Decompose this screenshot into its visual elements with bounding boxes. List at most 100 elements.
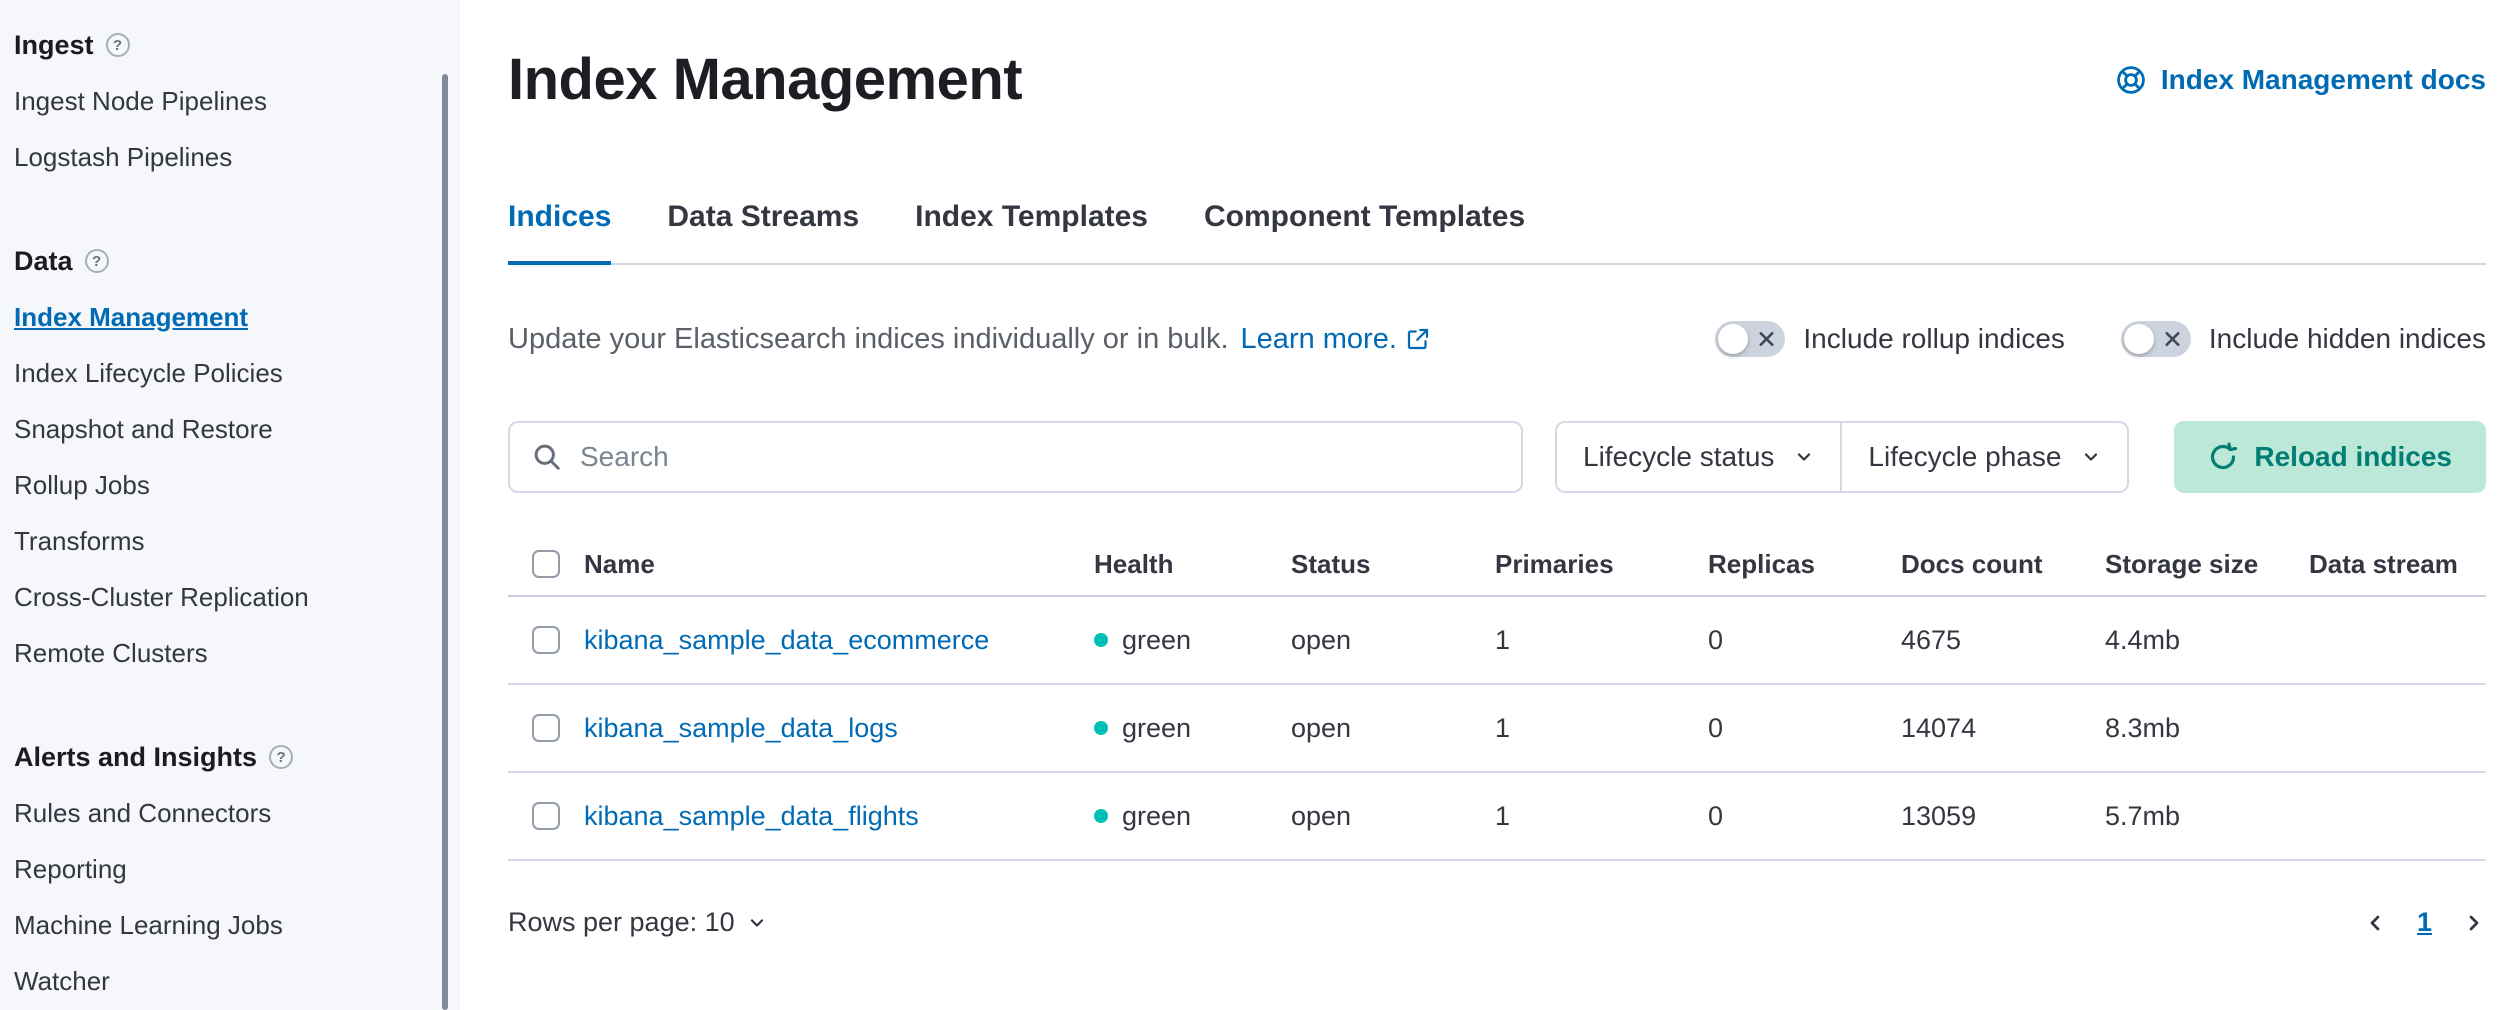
nav-section-data: Data ? Index Management Index Lifecycle … bbox=[14, 233, 460, 681]
select-all-checkbox-cell bbox=[524, 550, 584, 578]
toggle-label: Include rollup indices bbox=[1803, 323, 2065, 355]
replicas-cell: 0 bbox=[1708, 625, 1901, 656]
chevron-down-icon bbox=[747, 913, 767, 933]
sidebar-item-remote-clusters[interactable]: Remote Clusters bbox=[14, 625, 460, 681]
docs-link-label: Index Management docs bbox=[2161, 64, 2486, 96]
tab-indices[interactable]: Indices bbox=[508, 199, 611, 265]
storage-size-cell: 8.3mb bbox=[2105, 713, 2309, 744]
chevron-left-icon[interactable] bbox=[2363, 911, 2387, 935]
switch-thumb bbox=[1718, 324, 1748, 354]
search-input[interactable] bbox=[578, 440, 1499, 474]
switch-thumb bbox=[2124, 324, 2154, 354]
health-label: green bbox=[1122, 801, 1191, 832]
page-title: Index Management bbox=[508, 45, 1022, 115]
lifecycle-status-filter[interactable]: Lifecycle status bbox=[1555, 421, 1842, 493]
external-link-icon bbox=[1406, 327, 1430, 351]
column-header-name: Name bbox=[584, 549, 1094, 580]
health-green-dot-icon bbox=[1094, 721, 1108, 735]
column-header-docs-count: Docs count bbox=[1901, 549, 2105, 580]
health-cell: green bbox=[1094, 625, 1291, 656]
indices-table: Name Health Status Primaries Replicas Do… bbox=[508, 533, 2486, 861]
row-checkbox-cell bbox=[524, 802, 584, 830]
page-number-1[interactable]: 1 bbox=[2417, 907, 2432, 938]
intro-text-body: Update your Elasticsearch indices indivi… bbox=[508, 323, 1229, 356]
table-row: kibana_sample_data_flights green open 1 … bbox=[508, 773, 2486, 861]
sidebar-item-index-lifecycle-policies[interactable]: Index Lifecycle Policies bbox=[14, 345, 460, 401]
health-cell: green bbox=[1094, 713, 1291, 744]
rows-per-page-label: Rows per page: 10 bbox=[508, 907, 735, 938]
docs-count-cell: 14074 bbox=[1901, 713, 2105, 744]
column-header-replicas: Replicas bbox=[1708, 549, 1901, 580]
row-checkbox[interactable] bbox=[532, 626, 560, 654]
primaries-cell: 1 bbox=[1495, 713, 1708, 744]
toggle-group: Include rollup indices Include hidden in… bbox=[1715, 321, 2486, 357]
sidebar-item-snapshot-and-restore[interactable]: Snapshot and Restore bbox=[14, 401, 460, 457]
table-header-row: Name Health Status Primaries Replicas Do… bbox=[508, 533, 2486, 597]
sidebar-item-cross-cluster-replication[interactable]: Cross-Cluster Replication bbox=[14, 569, 460, 625]
index-name-link[interactable]: kibana_sample_data_logs bbox=[584, 713, 1094, 744]
refresh-icon bbox=[2208, 442, 2238, 472]
nav-section-title-text: Alerts and Insights bbox=[14, 742, 257, 773]
select-all-checkbox[interactable] bbox=[532, 550, 560, 578]
docs-link[interactable]: Index Management docs bbox=[2115, 64, 2486, 96]
learn-more-link[interactable]: Learn more. bbox=[1241, 323, 1430, 356]
replicas-cell: 0 bbox=[1708, 713, 1901, 744]
health-cell: green bbox=[1094, 801, 1291, 832]
main-content: Index Management Index Management docs I… bbox=[460, 0, 2504, 1010]
sidebar-item-reporting[interactable]: Reporting bbox=[14, 841, 460, 897]
sidebar-item-rules-and-connectors[interactable]: Rules and Connectors bbox=[14, 785, 460, 841]
nav-section-alerts-insights: Alerts and Insights ? Rules and Connecto… bbox=[14, 729, 460, 1009]
index-name-link[interactable]: kibana_sample_data_ecommerce bbox=[584, 625, 1094, 656]
toggle-include-hidden-indices[interactable]: Include hidden indices bbox=[2121, 321, 2486, 357]
docs-icon bbox=[2115, 64, 2147, 96]
primaries-cell: 1 bbox=[1495, 801, 1708, 832]
search-box bbox=[508, 421, 1523, 493]
table-row: kibana_sample_data_ecommerce green open … bbox=[508, 597, 2486, 685]
x-icon bbox=[2165, 332, 2180, 347]
tab-data-streams[interactable]: Data Streams bbox=[667, 199, 859, 263]
nav-section-title-text: Data bbox=[14, 246, 73, 277]
lifecycle-phase-filter[interactable]: Lifecycle phase bbox=[1842, 421, 2129, 493]
row-checkbox-cell bbox=[524, 626, 584, 654]
sidebar-item-rollup-jobs[interactable]: Rollup Jobs bbox=[14, 457, 460, 513]
tab-component-templates[interactable]: Component Templates bbox=[1204, 199, 1525, 263]
sidebar-item-index-management[interactable]: Index Management bbox=[14, 289, 460, 345]
sidebar-item-logstash-pipelines[interactable]: Logstash Pipelines bbox=[14, 129, 460, 185]
chevron-down-icon bbox=[1794, 447, 1814, 467]
status-cell: open bbox=[1291, 801, 1495, 832]
reload-indices-label: Reload indices bbox=[2254, 441, 2452, 473]
filter-group: Lifecycle status Lifecycle phase bbox=[1555, 421, 2129, 493]
sidebar-scrollbar[interactable] bbox=[442, 74, 448, 1010]
intro-text: Update your Elasticsearch indices indivi… bbox=[508, 323, 1430, 356]
column-header-storage-size: Storage size bbox=[2105, 549, 2309, 580]
nav-section-title-ingest: Ingest ? bbox=[14, 17, 460, 73]
toggle-include-rollup-indices[interactable]: Include rollup indices bbox=[1715, 321, 2065, 357]
health-label: green bbox=[1122, 713, 1191, 744]
sidebar-item-transforms[interactable]: Transforms bbox=[14, 513, 460, 569]
tab-index-templates[interactable]: Index Templates bbox=[915, 199, 1148, 263]
sidebar-item-watcher[interactable]: Watcher bbox=[14, 953, 460, 1009]
row-checkbox[interactable] bbox=[532, 714, 560, 742]
lifecycle-phase-label: Lifecycle phase bbox=[1868, 441, 2061, 473]
pagination: 1 bbox=[2363, 907, 2486, 938]
column-header-primaries: Primaries bbox=[1495, 549, 1708, 580]
sidebar-item-machine-learning-jobs[interactable]: Machine Learning Jobs bbox=[14, 897, 460, 953]
help-icon: ? bbox=[85, 249, 109, 273]
nav-section-title-text: Ingest bbox=[14, 30, 94, 61]
switch-off-icon bbox=[2121, 321, 2191, 357]
side-nav: Ingest ? Ingest Node Pipelines Logstash … bbox=[0, 0, 460, 1010]
storage-size-cell: 4.4mb bbox=[2105, 625, 2309, 656]
chevron-right-icon[interactable] bbox=[2462, 911, 2486, 935]
learn-more-label: Learn more. bbox=[1241, 323, 1397, 356]
sidebar-item-ingest-node-pipelines[interactable]: Ingest Node Pipelines bbox=[14, 73, 460, 129]
reload-indices-button[interactable]: Reload indices bbox=[2174, 421, 2486, 493]
page-header: Index Management Index Management docs bbox=[508, 45, 2486, 115]
tab-bar: Indices Data Streams Index Templates Com… bbox=[508, 199, 2486, 265]
index-name-link[interactable]: kibana_sample_data_flights bbox=[584, 801, 1094, 832]
row-checkbox[interactable] bbox=[532, 802, 560, 830]
row-checkbox-cell bbox=[524, 714, 584, 742]
column-header-health: Health bbox=[1094, 549, 1291, 580]
status-cell: open bbox=[1291, 625, 1495, 656]
help-icon: ? bbox=[106, 33, 130, 57]
rows-per-page-button[interactable]: Rows per page: 10 bbox=[508, 907, 767, 938]
